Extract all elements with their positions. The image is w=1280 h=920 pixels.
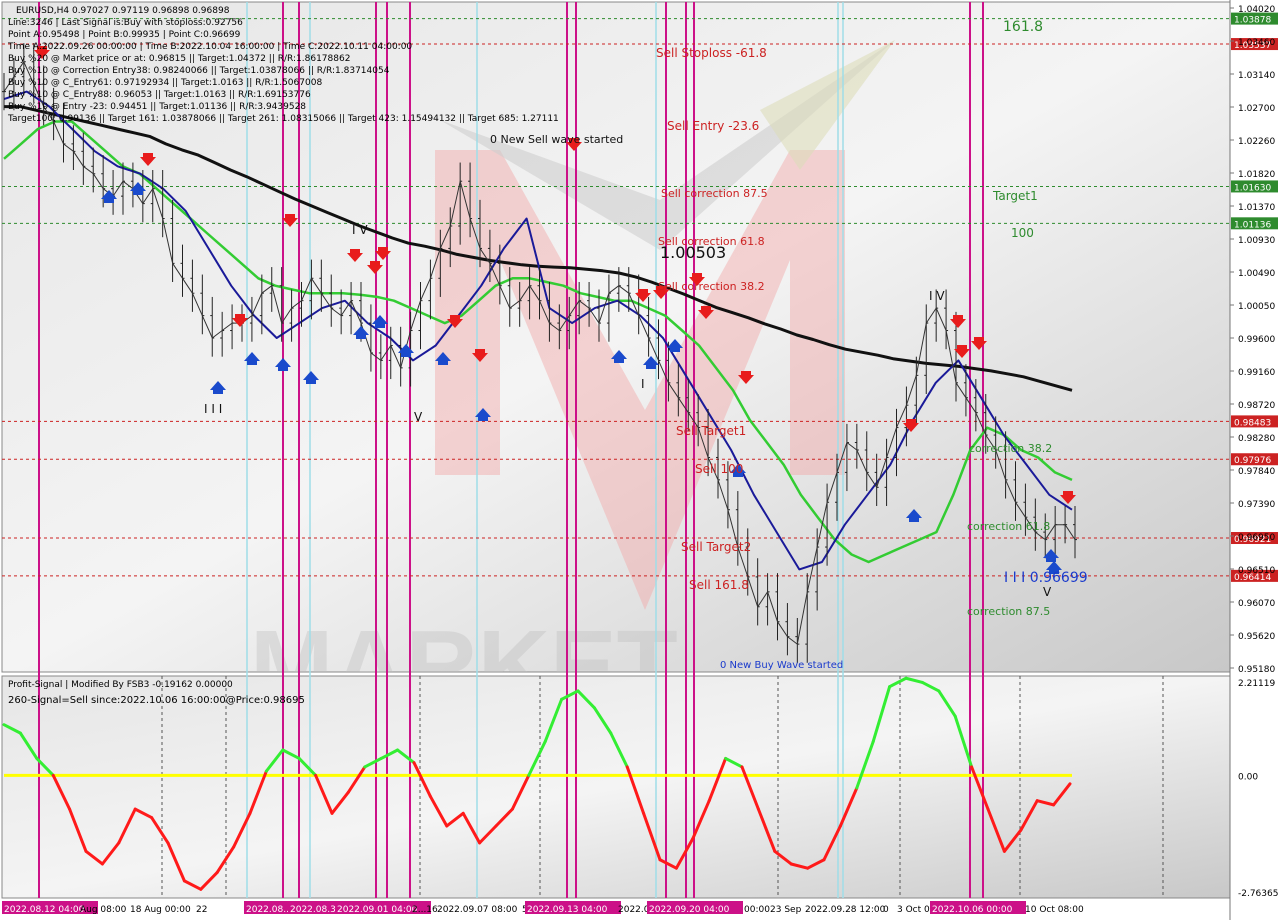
y-tick-label: 1.01820	[1238, 170, 1275, 180]
info-line: Line:3246 | Last Signal is:Buy with stop…	[8, 18, 243, 28]
chart-label: 0 New Sell wave started	[490, 133, 623, 146]
chart-label: Sell Target1	[676, 424, 746, 438]
chart-label: I I I	[204, 402, 222, 416]
y-tick-label: 0.96510	[1238, 566, 1275, 576]
x-tick-label: 2022.09.13 04:00	[527, 905, 608, 915]
y-tick-label: 0.98280	[1238, 434, 1275, 444]
info-line: Buy %10 @ Entry -23: 0.94451 || Target:1…	[8, 102, 306, 112]
chart-label: Sell Target2	[681, 540, 751, 554]
trading-chart: MARKET 1.038781.035371.016301.011360.984…	[1, 0, 1280, 920]
level-badge-text: 1.01136	[1234, 220, 1271, 230]
indicator-title: Profit-Signal | Modified By FSB3 -0.1916…	[8, 680, 233, 690]
indicator-signal: 260-Signal=Sell since:2022.10.06 16:00:0…	[8, 695, 305, 706]
info-line: Buy %10 @ Correction Entry38: 0.98240066…	[8, 66, 390, 76]
chart-label: V	[1043, 585, 1052, 599]
chart-label: I V	[352, 223, 368, 237]
chart-label: Sell 100	[695, 462, 743, 476]
x-tick-label: 2022.09.07 08:00	[437, 905, 518, 915]
y-tick-label: 1.00930	[1238, 236, 1275, 246]
indicator-tick-label: 2.21119	[1238, 679, 1275, 689]
x-tick-label: 23 Sep	[770, 905, 802, 915]
info-line: Buy %10 @ C_Entry61: 0.97192934 || Targe…	[8, 78, 322, 88]
chart-label: 0 New Buy Wave started	[720, 660, 843, 671]
y-tick-label: 0.95620	[1238, 632, 1275, 642]
chart-label: Sell correction 87.5	[661, 187, 768, 200]
chart-label: Sell Entry -23.6	[667, 119, 759, 133]
y-tick-label: 1.00490	[1238, 269, 1275, 279]
chart-label: V	[414, 410, 423, 424]
chart-label: I V	[929, 289, 945, 303]
x-tick-label: 10 Oct 08:00	[1025, 905, 1084, 915]
level-badge-text: 1.03878	[1234, 16, 1271, 26]
chart-label: Sell 161.8	[689, 578, 749, 592]
indicator-panel-bg	[1, 675, 1231, 899]
y-tick-label: 0.98720	[1238, 401, 1275, 411]
x-tick-label: 2022.08.12 04:00	[4, 905, 85, 915]
info-line: Point A:0.95498 | Point B:0.99935 | Poin…	[8, 30, 241, 40]
level-label: Target1	[992, 189, 1038, 203]
y-tick-label: 1.00050	[1238, 302, 1275, 312]
x-tick-label: 2022.09.01 04:00	[337, 905, 418, 915]
y-tick-label: 0.99160	[1238, 368, 1275, 378]
level-badge-text: 1.01630	[1234, 183, 1271, 193]
chart-label: I I I 0.96699	[1004, 570, 1088, 586]
y-tick-label: 1.02700	[1238, 104, 1275, 114]
y-tick-label: 1.04020	[1238, 5, 1275, 15]
time-axis: 2022.08.12 04:00Aug 08:00 18 Aug 00:00 22 2…	[2, 901, 1084, 915]
x-tick-label: Aug 08:00	[80, 905, 127, 915]
y-tick-label: 0.97390	[1238, 500, 1275, 510]
x-tick-label: 22	[196, 905, 207, 915]
x-tick-label: 0	[883, 905, 889, 915]
chart-label: correction 61.8	[967, 520, 1050, 533]
chart-label: correction 38.2	[969, 442, 1052, 455]
level-label: 100	[1011, 226, 1034, 240]
x-tick-label: 18 Aug 00:00	[130, 905, 191, 915]
x-tick-label: 2022.10.06 00:00	[932, 905, 1013, 915]
info-line: Buy %20 @ Market price or at: 0.96815 ||…	[8, 54, 350, 64]
x-tick-label: 00:00	[744, 905, 770, 915]
level-badge-text: 0.97976	[1234, 456, 1271, 466]
y-tick-label: 1.03140	[1238, 71, 1275, 81]
x-tick-label: 2...16	[412, 905, 438, 915]
y-tick-label: 1.03460	[1238, 38, 1275, 48]
level-badge-text: 0.98483	[1234, 418, 1271, 428]
y-tick-label: 0.96070	[1238, 599, 1275, 609]
chart-label: correction 87.5	[967, 605, 1050, 618]
indicator-tick-label: 0.00	[1238, 772, 1258, 782]
y-tick-label: 0.97840	[1238, 467, 1275, 477]
x-tick-label: 3 Oct 0	[897, 905, 930, 915]
x-tick-label: 2022.09.20 04:00	[649, 905, 730, 915]
y-tick-label: 1.01370	[1238, 203, 1275, 213]
chart-label: Sell correction 38.2	[658, 280, 765, 293]
symbol-line: EURUSD,H4 0.97027 0.97119 0.96898 0.9689…	[16, 6, 230, 16]
level-label: 161.8	[1003, 19, 1043, 35]
info-line: Buy %10 @ C_Entry88: 0.96053 || Target:1…	[8, 90, 311, 100]
indicator-tick-label: -2.76365	[1238, 889, 1278, 899]
chart-label: 1.00503	[660, 243, 726, 262]
y-tick-label: 0.96950	[1238, 533, 1275, 543]
y-tick-label: 1.02260	[1238, 137, 1275, 147]
y-tick-label: 0.99600	[1238, 335, 1275, 345]
info-line: Target100: 0.99136 || Target 161: 1.0387…	[7, 114, 559, 124]
x-tick-label: 2022.09.28 12:00	[805, 905, 886, 915]
y-tick-label: 0.95180	[1238, 665, 1275, 675]
level-label: Sell Stoploss -61.8	[656, 46, 767, 60]
info-line: Time A:2022.09.26 00:00:00 | Time B:2022…	[7, 42, 412, 52]
x-tick-label: 2022.08...	[246, 905, 292, 915]
chart-label: I	[641, 377, 645, 391]
